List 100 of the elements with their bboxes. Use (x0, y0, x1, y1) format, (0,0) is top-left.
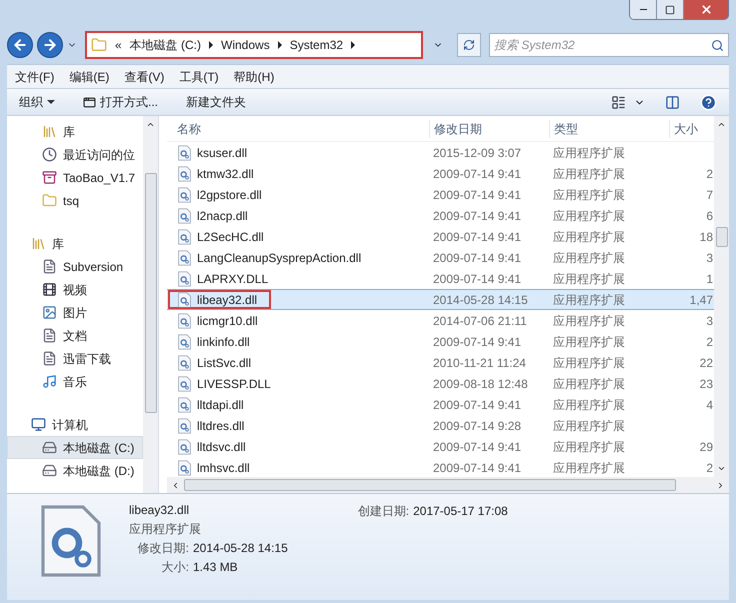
breadcrumb[interactable]: Windows (221, 36, 270, 54)
scroll-thumb[interactable] (144, 173, 156, 413)
column-header[interactable]: 类型 (549, 120, 669, 138)
size-cell-text: 3 (706, 250, 713, 266)
nav-item[interactable]: 图片 (7, 301, 143, 324)
scroll-thumb[interactable] (716, 226, 728, 246)
file-icon (177, 144, 192, 160)
size-label: 大小: (160, 559, 189, 576)
folder-icon (91, 37, 107, 53)
file-row[interactable]: LangCleanupSysprepAction.dll 2009-07-14 9:41 应用程序扩展 3 (167, 247, 714, 268)
view-list-icon[interactable] (611, 94, 626, 110)
date-cell-text: 2009-07-14 9:41 (432, 166, 522, 182)
file-row[interactable]: linkinfo.dll 2009-07-14 9:41 应用程序扩展 2 (167, 331, 714, 352)
back-button[interactable] (7, 32, 33, 58)
scroll-down-icon[interactable] (717, 464, 726, 473)
breadcrumb[interactable]: System32 (290, 36, 344, 54)
type-cell-text: 应用程序扩展 (552, 312, 626, 330)
file-row[interactable]: LAPRXY.DLL 2009-07-14 9:41 应用程序扩展 1 (167, 268, 714, 289)
scroll-right-icon[interactable] (716, 480, 725, 490)
created-label: 创建日期: (358, 503, 410, 520)
scroll-up-icon[interactable] (146, 120, 155, 129)
address-bar[interactable]: « 本地磁盘 (C:) Windows System32 (85, 31, 423, 59)
search-field[interactable]: 搜索 System32 (489, 33, 729, 57)
open-with-button[interactable]: 打开方式... (83, 93, 158, 111)
nav-item[interactable]: 文档 (7, 324, 143, 347)
nav-item[interactable]: 音乐 (7, 370, 143, 393)
file-row[interactable]: ksuser.dll 2015-12-09 3:07 应用程序扩展 (167, 142, 714, 163)
file-icon (177, 438, 192, 454)
file-row[interactable]: ListSvc.dll 2010-11-21 11:24 应用程序扩展 22 (167, 352, 714, 373)
date-cell-text: 2009-07-14 9:41 (432, 438, 522, 456)
nav-group[interactable]: 计算机 (7, 413, 143, 436)
close-button[interactable] (684, 0, 728, 19)
file-name: lltdres.dll (177, 416, 244, 435)
nav-item[interactable]: 迅雷下载 (7, 347, 143, 370)
help-icon[interactable] (700, 94, 717, 110)
scrollbar[interactable] (714, 116, 729, 477)
file-row[interactable]: ktmw32.dll 2009-07-14 9:41 应用程序扩展 2 (167, 163, 714, 184)
forward-button[interactable] (37, 32, 63, 58)
column-header[interactable]: 修改日期 (429, 120, 549, 138)
type-cell-text: 应用程序扩展 (552, 354, 626, 372)
breadcrumb-arrow-icon[interactable] (351, 41, 356, 49)
archive-icon (42, 170, 57, 185)
organize-button[interactable]: 组织 (19, 93, 55, 111)
file-row[interactable]: L2SecHC.dll 2009-07-14 9:41 应用程序扩展 18 (167, 226, 714, 247)
search-input[interactable]: 搜索 System32 (494, 36, 711, 54)
refresh-button[interactable] (457, 33, 481, 57)
scroll-up-icon[interactable] (717, 120, 726, 129)
size-cell-text: 23 (700, 376, 713, 392)
date-cell-text: 2009-07-14 9:41 (432, 186, 522, 204)
new-folder-button[interactable]: 新建文件夹 (186, 93, 246, 111)
file-row[interactable]: licmgr10.dll 2014-07-06 21:11 应用程序扩展 3 (167, 310, 714, 331)
column-header[interactable]: 名称 (167, 120, 429, 138)
type-cell-text: 应用程序扩展 (552, 376, 626, 392)
size-cell-text: 2 (706, 460, 713, 476)
nav-item[interactable]: 视频 (7, 278, 143, 301)
nav-item[interactable]: Subversion (7, 255, 143, 278)
nav-group[interactable]: 库 (7, 232, 143, 255)
scrollbar[interactable] (143, 116, 158, 493)
breadcrumb[interactable]: 本地磁盘 (C:) (130, 36, 202, 54)
type-cell-text: 应用程序扩展 (552, 208, 626, 224)
nav-item[interactable]: TaoBao_V1.7 (7, 166, 143, 189)
preview-pane-icon[interactable] (665, 94, 680, 110)
nav-item[interactable]: 本地磁盘 (C:) (7, 436, 143, 459)
file-row[interactable]: lltdapi.dll 2009-07-14 9:41 应用程序扩展 4 (167, 394, 714, 415)
doc-icon (42, 351, 57, 366)
scroll-thumb[interactable] (184, 479, 676, 491)
size-cell-text: 22 (700, 354, 713, 372)
file-name: lmhsvc.dll (177, 458, 250, 477)
forward-arrow-icon (42, 37, 58, 53)
size-value: 1.43 MB (193, 559, 239, 576)
type-cell-text: 应用程序扩展 (552, 460, 626, 476)
nav-item[interactable]: 库 (7, 120, 143, 143)
menu-item[interactable]: 查看(V) (124, 68, 164, 86)
file-row[interactable]: lltdsvc.dll 2009-07-14 9:41 应用程序扩展 29 (167, 436, 714, 457)
scroll-left-icon[interactable] (171, 480, 180, 490)
nav-item[interactable]: tsq (7, 189, 143, 212)
scrollbar[interactable] (167, 477, 729, 493)
file-row[interactable]: l2nacp.dll 2009-07-14 9:41 应用程序扩展 6 (167, 205, 714, 226)
file-row[interactable]: l2gpstore.dll 2009-07-14 9:41 应用程序扩展 7 (167, 184, 714, 205)
breadcrumb-arrow-icon[interactable] (209, 41, 214, 49)
menu-item[interactable]: 工具(T) (179, 68, 219, 86)
file-name: ksuser.dll (177, 143, 248, 162)
maximize-button[interactable] (657, 0, 684, 19)
menu-item[interactable]: 帮助(H) (234, 68, 274, 86)
modified-label: 修改日期: (136, 540, 189, 557)
file-row[interactable]: LIVESSP.DLL 2009-08-18 12:48 应用程序扩展 23 (167, 373, 714, 394)
menu-item[interactable]: 编辑(E) (69, 68, 110, 86)
file-row[interactable]: lmhsvc.dll 2009-07-14 9:41 应用程序扩展 2 (167, 457, 714, 477)
breadcrumb[interactable]: « (115, 36, 122, 54)
file-row[interactable]: lltdres.dll 2009-07-14 9:28 应用程序扩展 (167, 415, 714, 436)
drive-icon (42, 440, 57, 455)
breadcrumb-arrow-icon[interactable] (278, 41, 282, 49)
file-name: L2SecHC.dll (177, 227, 264, 246)
menu-item[interactable]: 文件(F) (15, 68, 54, 86)
file-row[interactable]: libeay32.dll 2014-05-28 14:15 应用程序扩展 1,47 (167, 289, 714, 310)
date-cell-text: 2009-07-14 9:28 (432, 418, 522, 434)
file-icon (177, 270, 192, 286)
nav-item[interactable]: 最近访问的位 (7, 143, 143, 166)
file-icon (177, 186, 192, 202)
nav-item[interactable]: 本地磁盘 (D:) (7, 459, 143, 482)
